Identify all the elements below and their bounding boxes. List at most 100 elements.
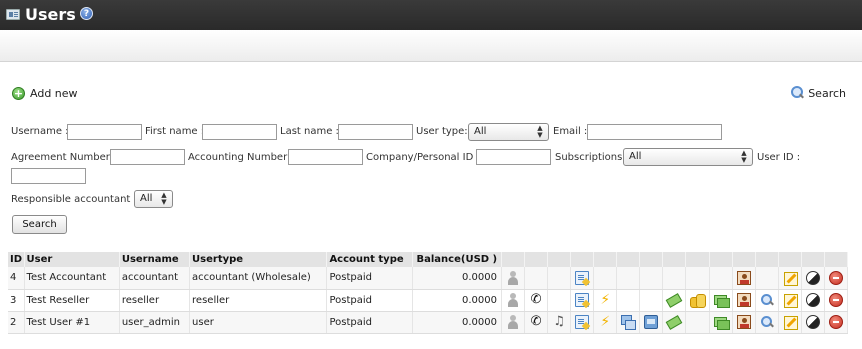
- delete-icon[interactable]: [828, 270, 843, 285]
- cell-username: accountant: [119, 267, 191, 290]
- username-label: Username :: [11, 126, 69, 137]
- action-cell: [616, 289, 641, 312]
- delete-icon[interactable]: [828, 293, 843, 307]
- cell-account-type: Postpaid: [326, 289, 413, 312]
- edit-icon[interactable]: [783, 315, 798, 330]
- cash-icon[interactable]: [713, 315, 730, 330]
- edit-icon[interactable]: [783, 293, 798, 308]
- user-id-input[interactable]: [11, 168, 86, 184]
- table-row[interactable]: 3 Test Reseller reseller reseller Postpaid 0.…: [8, 289, 849, 312]
- person-icon[interactable]: [506, 270, 520, 285]
- action-cell: [685, 311, 710, 334]
- column-header-balance[interactable]: Balance(USD ): [412, 252, 502, 267]
- cell-id: 4: [8, 267, 25, 290]
- device-icon[interactable]: [644, 315, 659, 329]
- company-id-input[interactable]: [476, 149, 551, 165]
- contact-card-icon[interactable]: [736, 270, 751, 285]
- column-header-action: [524, 252, 549, 267]
- action-cell: [501, 267, 526, 290]
- column-header-action: [501, 252, 526, 267]
- card-edit-icon[interactable]: [575, 270, 590, 285]
- contact-card-icon[interactable]: [736, 315, 751, 329]
- email-input[interactable]: [587, 124, 722, 140]
- contact-card-icon[interactable]: [736, 293, 751, 307]
- column-header-account-type[interactable]: Account type: [326, 252, 413, 267]
- action-cell: [732, 289, 756, 312]
- zoom-icon[interactable]: [760, 315, 774, 329]
- cell-balance: 0.0000: [412, 289, 502, 312]
- column-header-usertype[interactable]: Usertype: [189, 252, 328, 267]
- subscriptions-select[interactable]: All ▲ ▼: [623, 148, 753, 166]
- cell-id: 3: [8, 289, 25, 312]
- users-table: ID User Username Usertype Account type B…: [8, 252, 849, 334]
- contrast-icon[interactable]: [805, 315, 820, 329]
- phone-icon[interactable]: ✆: [529, 293, 543, 307]
- cell-balance: 0.0000: [412, 267, 502, 290]
- add-new-label: Add new: [30, 86, 78, 100]
- column-header-action: [732, 252, 756, 267]
- username-input[interactable]: [67, 124, 142, 140]
- column-header-action: [709, 252, 733, 267]
- first-name-input[interactable]: [202, 124, 277, 140]
- agreement-number-input[interactable]: [110, 149, 185, 165]
- add-new-link[interactable]: + Add new: [12, 86, 78, 100]
- column-header-action: [570, 252, 595, 267]
- card-edit-icon[interactable]: [575, 315, 590, 329]
- table-row[interactable]: 2 Test User #1 user_admin user Postpaid 0.000…: [8, 311, 849, 334]
- column-header-action: [824, 252, 849, 267]
- contrast-icon[interactable]: [805, 270, 820, 285]
- person-icon[interactable]: [506, 315, 520, 329]
- person-icon[interactable]: [506, 293, 520, 307]
- cell-id: 2: [8, 311, 25, 334]
- action-cell: [685, 289, 710, 312]
- action-cell: [778, 311, 802, 334]
- last-name-input[interactable]: [338, 124, 413, 140]
- column-header-user[interactable]: User: [24, 252, 120, 267]
- action-cell: [524, 267, 549, 290]
- windows-icon[interactable]: [621, 315, 637, 330]
- title-bar: Users ?: [0, 0, 862, 30]
- cell-usertype: reseller: [189, 289, 328, 312]
- responsible-accountant-value: All: [140, 193, 153, 204]
- action-cell: [824, 267, 849, 290]
- phone-icon[interactable]: ✆: [529, 315, 543, 329]
- cell-user: Test Reseller: [24, 289, 120, 312]
- contrast-icon[interactable]: [805, 293, 820, 307]
- cell-balance: 0.0000: [412, 311, 502, 334]
- first-name-label: First name :: [145, 126, 205, 137]
- table-row[interactable]: 4 Test Accountant accountant accountant (Wh…: [8, 267, 849, 290]
- cash-icon[interactable]: [713, 293, 730, 308]
- column-header-action: [593, 252, 618, 267]
- select-arrows-icon: ▲ ▼: [161, 191, 167, 206]
- action-cell: ✆: [524, 289, 549, 312]
- user-type-value: All: [474, 126, 487, 137]
- zoom-icon[interactable]: [760, 293, 774, 307]
- search-toggle-link[interactable]: Search: [790, 86, 846, 100]
- accounting-number-input[interactable]: [288, 149, 363, 165]
- search-button[interactable]: Search: [12, 215, 67, 234]
- user-type-select[interactable]: All ▲ ▼: [468, 123, 549, 141]
- music-note-icon[interactable]: ♫: [552, 315, 566, 329]
- lightning-icon[interactable]: ⚡: [598, 315, 612, 329]
- action-cell: [570, 267, 595, 290]
- money-icon[interactable]: [666, 293, 683, 309]
- help-icon[interactable]: ?: [80, 7, 93, 20]
- users-card-icon: [6, 9, 20, 20]
- select-arrows-icon: ▲ ▼: [537, 124, 543, 139]
- card-edit-icon[interactable]: [575, 293, 590, 307]
- coins-icon[interactable]: [690, 293, 707, 308]
- action-cell: [685, 267, 710, 290]
- action-cell: [616, 267, 641, 290]
- search-link-label: Search: [808, 86, 846, 100]
- money-icon[interactable]: [666, 315, 683, 331]
- action-cell: [662, 289, 687, 312]
- edit-icon[interactable]: [783, 271, 798, 286]
- column-header-username[interactable]: Username: [119, 252, 191, 267]
- lightning-icon[interactable]: ⚡: [598, 293, 612, 307]
- delete-icon[interactable]: [828, 315, 843, 329]
- cell-username: user_admin: [119, 311, 191, 334]
- responsible-accountant-select[interactable]: All ▲ ▼: [134, 190, 173, 208]
- cell-account-type: Postpaid: [326, 267, 413, 290]
- column-header-id[interactable]: ID: [8, 252, 25, 267]
- action-cell: [547, 267, 572, 290]
